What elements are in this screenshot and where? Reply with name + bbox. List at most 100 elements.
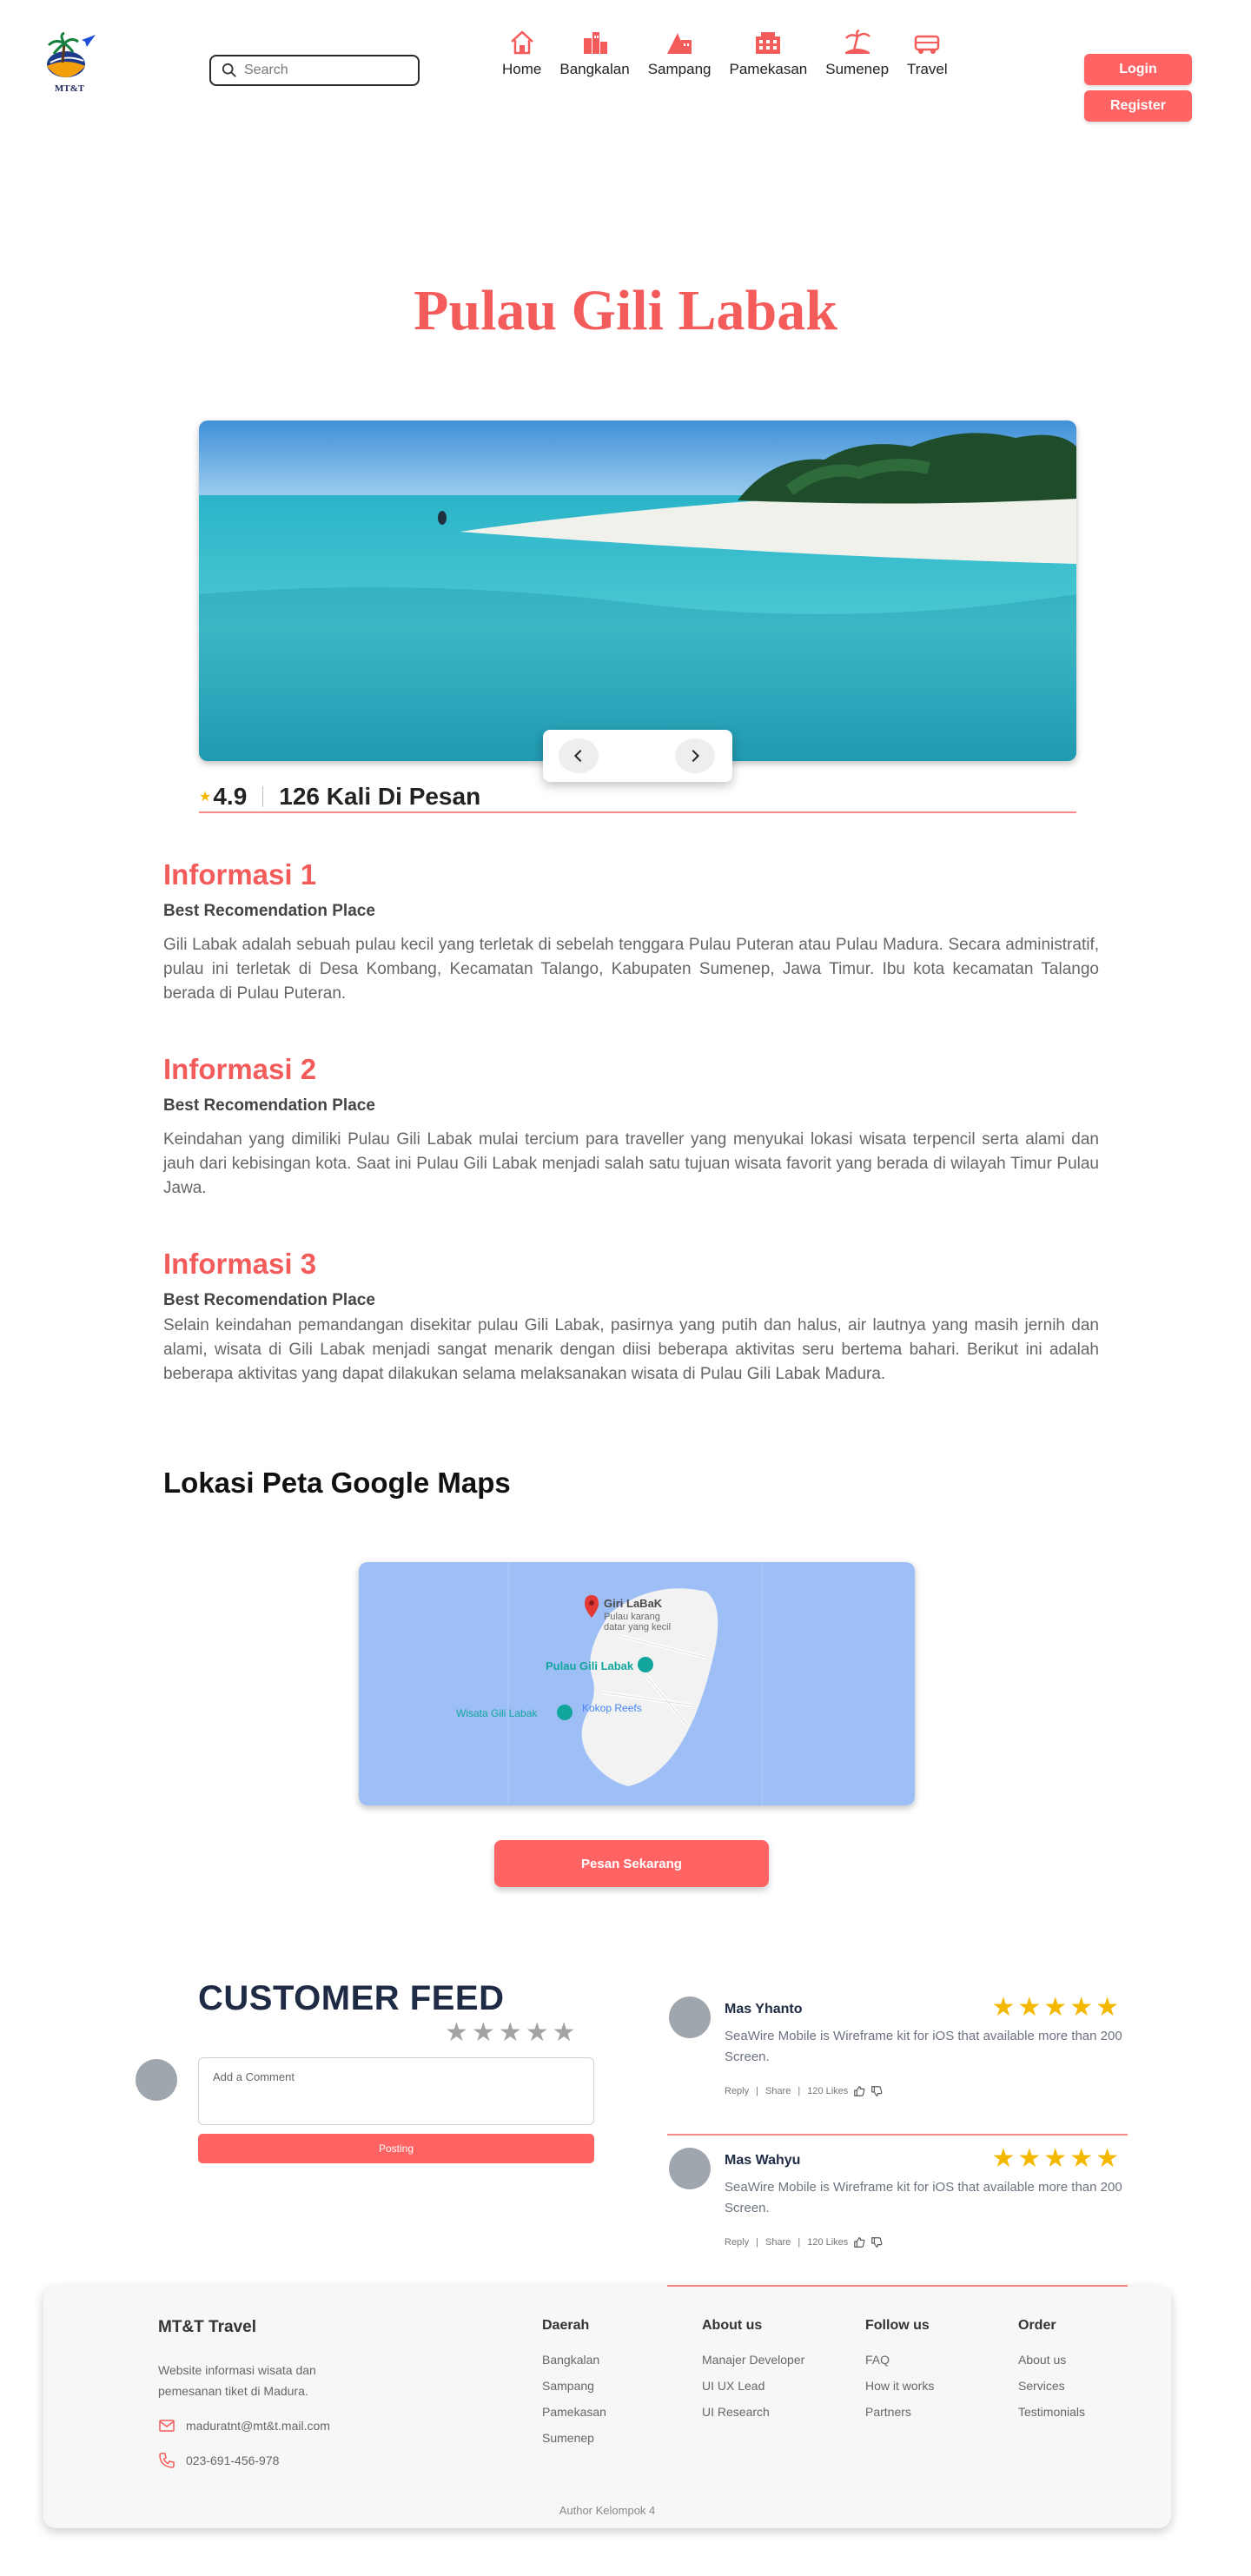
- nav-label: Sumenep: [825, 61, 890, 77]
- like-count: 120 Likes: [807, 2086, 849, 2096]
- gallery-next-button[interactable]: [675, 738, 715, 773]
- review-actions: Reply | Share | 120 Likes: [725, 2085, 883, 2097]
- like-count: 120 Likes: [807, 2237, 849, 2248]
- google-map[interactable]: Giri LaBaK Pulau karang datar yang kecil…: [359, 1562, 915, 1805]
- nav-sumenep[interactable]: Sumenep: [825, 30, 889, 78]
- footer-link[interactable]: Sumenep: [542, 2431, 606, 2445]
- info-section-3: Informasi 3 Best Recomendation Place Sel…: [163, 1248, 1099, 1387]
- footer-link[interactable]: UI UX Lead: [702, 2379, 804, 2393]
- star-icon[interactable]: ★: [472, 2020, 495, 2046]
- nav-pamekasan[interactable]: Pamekasan: [729, 30, 807, 78]
- footer-link[interactable]: How it works: [865, 2379, 934, 2393]
- rating-summary: ★ 4.9 126 Kali Di Pesan: [199, 782, 1076, 813]
- footer-phone[interactable]: 023-691-456-978: [158, 2452, 279, 2469]
- nav-travel[interactable]: Travel: [907, 30, 948, 78]
- chevron-right-icon: [692, 749, 700, 763]
- avatar: [669, 1997, 711, 2038]
- star-icon[interactable]: ★: [499, 2020, 522, 2046]
- star-icon: ★: [1017, 1993, 1042, 2022]
- order-now-button[interactable]: Pesan Sekarang: [494, 1840, 769, 1887]
- nav-label: Bangkalan: [559, 61, 630, 77]
- gallery-prev-button[interactable]: [559, 738, 599, 773]
- reviewer-name: Mas Wahyu: [725, 2153, 801, 2168]
- footer-column-about: About us Manajer Developer UI UX Lead UI…: [702, 2318, 804, 2431]
- phone-icon: [159, 2453, 175, 2468]
- footer-column-order: Order About us Services Testimonials: [1018, 2318, 1085, 2431]
- star-icon: ★: [1043, 1993, 1068, 2022]
- share-link[interactable]: Share: [765, 2086, 791, 2096]
- star-icon: ★: [1043, 2144, 1068, 2173]
- site-header: MT&T Home Bangkalan: [0, 0, 1251, 130]
- thumbs-up-icon[interactable]: [853, 2236, 865, 2248]
- nav-label: Sampang: [647, 61, 712, 77]
- star-icon: ★: [199, 790, 212, 805]
- star-icon[interactable]: ★: [526, 2020, 549, 2046]
- place-label: Kokop Reefs: [582, 1702, 642, 1714]
- reviewer-name: Mas Yhanto: [725, 2002, 803, 2016]
- info-title: Informasi 2: [163, 1053, 317, 1085]
- footer-link[interactable]: Manajer Developer: [702, 2353, 804, 2367]
- reply-link[interactable]: Reply: [725, 2237, 749, 2248]
- footer-link[interactable]: UI Research: [702, 2405, 804, 2419]
- hero-image: [199, 421, 1076, 761]
- post-button[interactable]: Posting: [198, 2134, 594, 2163]
- footer-brand: MT&T Travel: [158, 2318, 256, 2336]
- login-button[interactable]: Login: [1084, 54, 1192, 85]
- logo-text: MT&T: [54, 83, 85, 94]
- nav-label: Home: [502, 61, 542, 77]
- info-subtitle: Best Recomendation Place: [163, 902, 375, 920]
- bus-icon: [915, 35, 940, 54]
- star-icon[interactable]: ★: [445, 2020, 468, 2046]
- share-link[interactable]: Share: [765, 2237, 791, 2248]
- star-icon: ★: [1069, 2144, 1094, 2173]
- footer-email[interactable]: maduratnt@mt&t.mail.com: [158, 2417, 330, 2434]
- footer-link[interactable]: Pamekasan: [542, 2405, 606, 2419]
- search-bar[interactable]: [209, 55, 420, 86]
- order-count: 126 Kali Di Pesan: [279, 783, 481, 810]
- map-canvas: Giri LaBaK Pulau karang datar yang kecil…: [359, 1562, 915, 1805]
- site-footer: MT&T Travel Website informasi wisata dan…: [43, 2287, 1171, 2528]
- feed-title: CUSTOMER FEED: [198, 1979, 505, 2017]
- chevron-left-icon: [573, 749, 582, 763]
- review-stars: ★ ★ ★ ★ ★: [989, 2146, 1119, 2172]
- avatar: [669, 2148, 711, 2189]
- mail-icon: [159, 2420, 175, 2432]
- beach-icon: [844, 30, 870, 54]
- info-text: Gili Labak adalah sebuah pulau kecil yan…: [163, 936, 1099, 1003]
- footer-link[interactable]: Testimonials: [1018, 2405, 1085, 2419]
- place-marker-icon: [638, 1657, 653, 1672]
- nav-label: Travel: [907, 61, 948, 77]
- nav-bangkalan[interactable]: Bangkalan: [559, 30, 630, 78]
- thumbs-down-icon[interactable]: [870, 2085, 883, 2097]
- search-input[interactable]: [244, 63, 409, 78]
- place-label: Pulau Gili Labak: [546, 1659, 634, 1672]
- thumbs-up-icon[interactable]: [853, 2085, 865, 2097]
- reply-link[interactable]: Reply: [725, 2086, 749, 2096]
- info-section-1: Informasi 1 Best Recomendation Place Gil…: [163, 858, 1099, 1006]
- info-subtitle: Best Recomendation Place: [163, 1291, 375, 1309]
- page-title: Pulau Gili Labak: [414, 279, 837, 342]
- separator: |: [798, 2086, 801, 2096]
- star-icon: ★: [1069, 1993, 1094, 2022]
- footer-author: Author Kelompok 4: [559, 2504, 656, 2517]
- footer-link[interactable]: Partners: [865, 2405, 934, 2419]
- footer-link[interactable]: Bangkalan: [542, 2353, 606, 2367]
- thumbs-down-icon[interactable]: [870, 2236, 883, 2248]
- rating-input[interactable]: ★ ★ ★ ★ ★: [445, 2020, 579, 2046]
- footer-link[interactable]: Services: [1018, 2379, 1085, 2393]
- nav-home[interactable]: Home: [502, 30, 541, 78]
- separator: |: [756, 2086, 758, 2096]
- footer-link[interactable]: About us: [1018, 2353, 1085, 2367]
- footer-link[interactable]: Sampang: [542, 2379, 606, 2393]
- star-icon[interactable]: ★: [553, 2020, 576, 2046]
- footer-column-title: Order: [1018, 2318, 1056, 2333]
- comment-input[interactable]: [198, 2057, 594, 2125]
- footer-link[interactable]: FAQ: [865, 2353, 934, 2367]
- beach-photo: [199, 421, 1076, 761]
- review-stars: ★ ★ ★ ★ ★: [989, 1995, 1119, 2021]
- info-section-2: Informasi 2 Best Recomendation Place Kei…: [163, 1053, 1099, 1201]
- info-title: Informasi 3: [163, 1248, 317, 1280]
- nav-sampang[interactable]: Sampang: [647, 30, 712, 78]
- divider: [262, 786, 264, 807]
- register-button[interactable]: Register: [1084, 90, 1192, 122]
